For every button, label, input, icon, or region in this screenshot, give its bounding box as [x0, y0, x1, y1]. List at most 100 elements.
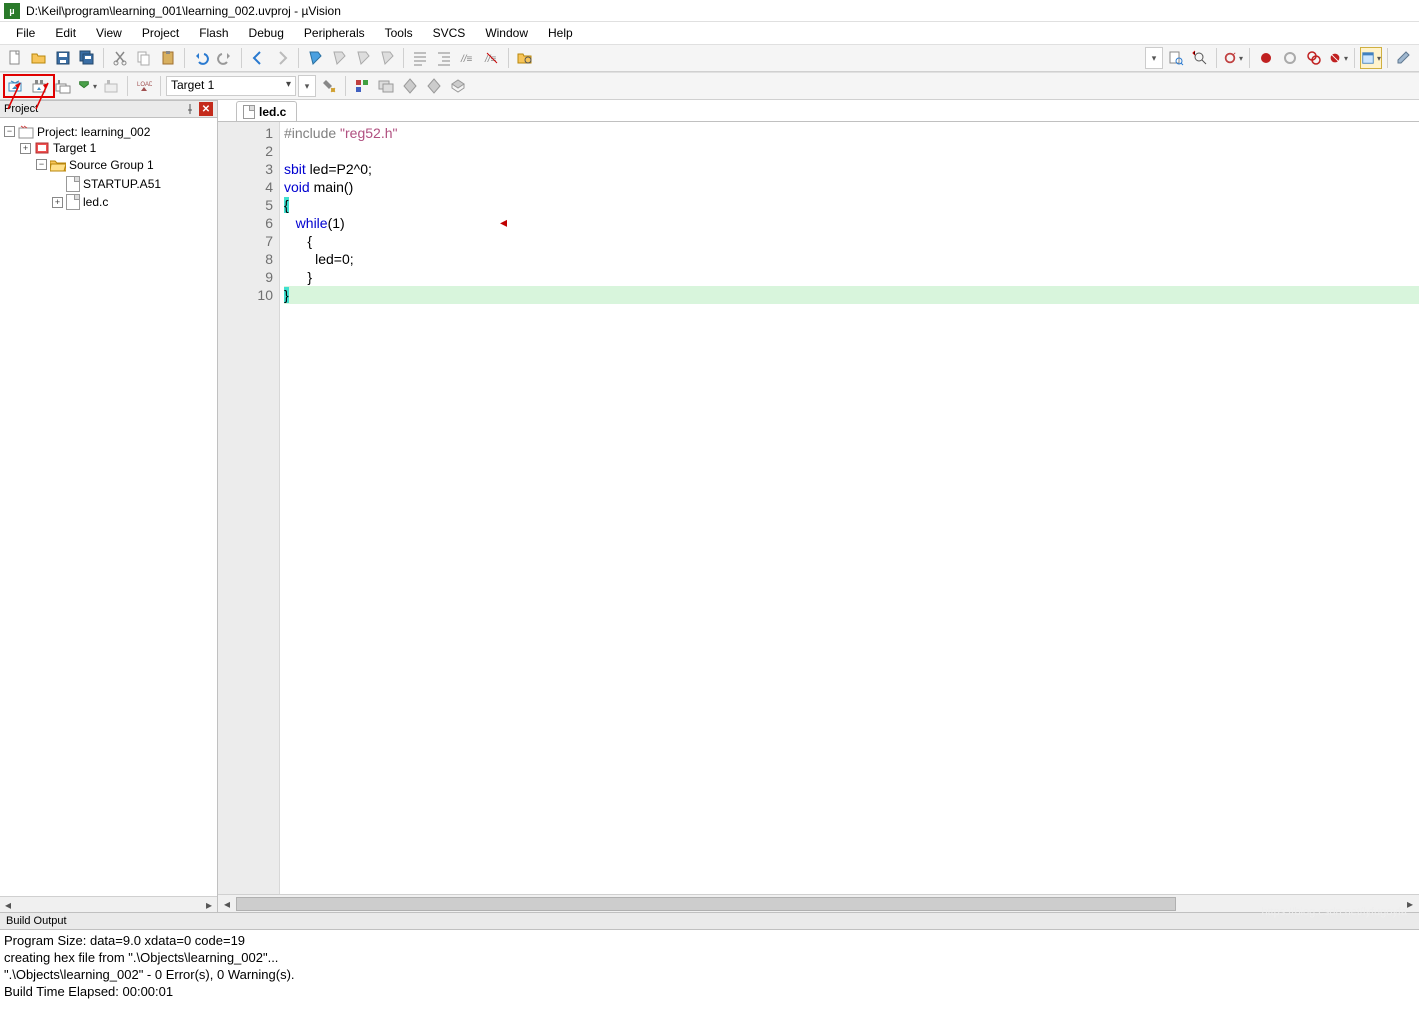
cut-button[interactable] — [109, 47, 131, 69]
nav-back-button[interactable] — [247, 47, 269, 69]
target-dropdown-button[interactable]: ▾ — [298, 75, 316, 97]
editor-tab-ledc[interactable]: led.c — [236, 101, 297, 121]
project-hscroll[interactable]: ◂ ▸ — [0, 896, 217, 912]
scroll-left-icon[interactable]: ◂ — [0, 897, 16, 912]
expand-icon[interactable]: + — [52, 197, 63, 208]
translate-button[interactable] — [4, 75, 26, 97]
pack-installer-button[interactable] — [447, 75, 469, 97]
menu-edit[interactable]: Edit — [45, 24, 86, 42]
save-button[interactable] — [52, 47, 74, 69]
folder-open-icon — [50, 158, 66, 172]
manage-rtos-button[interactable] — [399, 75, 421, 97]
menu-view[interactable]: View — [86, 24, 132, 42]
project-pane: Project ✕ − Project: learning_002 + Targ… — [0, 100, 218, 912]
menu-tools[interactable]: Tools — [375, 24, 423, 42]
separator — [1387, 48, 1388, 68]
title-bar: µ D:\Keil\program\learning_001\learning_… — [0, 0, 1419, 22]
tree-file-label: STARTUP.A51 — [83, 177, 161, 191]
editor-tab-label: led.c — [259, 105, 286, 119]
multi-project-button[interactable] — [375, 75, 397, 97]
expand-icon[interactable]: − — [4, 126, 15, 137]
uncomment-button[interactable]: //≡ — [481, 47, 503, 69]
expand-icon[interactable]: − — [36, 159, 47, 170]
tree-target[interactable]: + Target 1 — [20, 141, 96, 155]
file-icon — [66, 194, 80, 210]
build-output[interactable]: Program Size: data=9.0 xdata=0 code=19cr… — [0, 930, 1419, 1010]
indent-right-button[interactable] — [433, 47, 455, 69]
tree-group[interactable]: − Source Group 1 — [36, 158, 154, 172]
annotation-cursor-marker: ◂ — [500, 214, 507, 231]
bookmark-next-button[interactable] — [352, 47, 374, 69]
breakpoint-kill-all-button[interactable] — [1327, 47, 1349, 69]
open-file-button[interactable] — [28, 47, 50, 69]
target-options-button[interactable] — [318, 75, 340, 97]
find-in-files-button[interactable] — [514, 47, 536, 69]
project-icon — [18, 125, 34, 139]
menu-help[interactable]: Help — [538, 24, 583, 42]
editor-tab-row: led.c — [218, 100, 1419, 122]
bookmark-toggle-button[interactable] — [304, 47, 326, 69]
separator — [127, 76, 128, 96]
target-select[interactable]: Target 1 — [166, 76, 296, 96]
save-all-button[interactable] — [76, 47, 98, 69]
menu-svcs[interactable]: SVCS — [423, 24, 476, 42]
menu-file[interactable]: File — [6, 24, 45, 42]
menu-flash[interactable]: Flash — [189, 24, 238, 42]
select-packs-button[interactable] — [423, 75, 445, 97]
tree-root[interactable]: − Project: learning_002 — [4, 125, 150, 139]
editor-hscroll[interactable]: ◂ ▸ — [218, 894, 1419, 912]
separator — [184, 48, 185, 68]
build-button[interactable] — [28, 75, 50, 97]
new-file-button[interactable] — [4, 47, 26, 69]
close-pane-button[interactable]: ✕ — [199, 102, 213, 116]
project-pane-title: Project — [4, 103, 38, 115]
code-editor[interactable]: 12345678910 ◂ #include "reg52.h"sbit led… — [218, 122, 1419, 894]
tree-file-ledc[interactable]: + led.c — [52, 194, 108, 210]
breakpoint-insert-button[interactable] — [1255, 47, 1277, 69]
separator — [1216, 48, 1217, 68]
menu-peripherals[interactable]: Peripherals — [294, 24, 375, 42]
build-output-header: Build Output — [0, 912, 1419, 930]
tree-file-startup[interactable]: STARTUP.A51 — [52, 176, 161, 192]
comment-button[interactable]: //≡ — [457, 47, 479, 69]
incremental-find-button[interactable] — [1189, 47, 1211, 69]
breakpoint-disable-button[interactable] — [1279, 47, 1301, 69]
menu-window[interactable]: Window — [475, 24, 538, 42]
indent-left-button[interactable] — [409, 47, 431, 69]
toolbar-main: //≡ //≡ ▾ — [0, 44, 1419, 72]
redo-button[interactable] — [214, 47, 236, 69]
breakpoint-disable-all-button[interactable] — [1303, 47, 1325, 69]
scroll-right-icon[interactable]: ▸ — [201, 897, 217, 912]
menu-project[interactable]: Project — [132, 24, 189, 42]
main-split: Project ✕ − Project: learning_002 + Targ… — [0, 100, 1419, 912]
scroll-right-icon[interactable]: ▸ — [1401, 897, 1419, 911]
download-button[interactable]: LOAD — [133, 75, 155, 97]
scroll-left-icon[interactable]: ◂ — [218, 897, 236, 911]
nav-forward-button[interactable] — [271, 47, 293, 69]
code-body[interactable]: ◂ #include "reg52.h"sbit led=P2^0;void m… — [280, 122, 1419, 894]
tree-target-label: Target 1 — [53, 141, 96, 155]
batch-build-button[interactable] — [76, 75, 98, 97]
file-icon — [66, 176, 80, 192]
combo-dropdown[interactable]: ▾ — [1145, 47, 1163, 69]
pin-icon[interactable] — [183, 102, 197, 116]
configure-button[interactable] — [1393, 47, 1415, 69]
paste-button[interactable] — [157, 47, 179, 69]
scroll-thumb[interactable] — [236, 897, 1176, 911]
bookmark-prev-button[interactable] — [328, 47, 350, 69]
menu-debug[interactable]: Debug — [239, 24, 294, 42]
stop-build-button[interactable] — [100, 75, 122, 97]
bookmark-clear-button[interactable] — [376, 47, 398, 69]
manage-project-button[interactable] — [351, 75, 373, 97]
expand-icon[interactable]: + — [20, 143, 31, 154]
separator — [103, 48, 104, 68]
debug-session-button[interactable] — [1222, 47, 1244, 69]
copy-button[interactable] — [133, 47, 155, 69]
separator — [1354, 48, 1355, 68]
window-layout-button[interactable] — [1360, 47, 1382, 69]
project-pane-header: Project ✕ — [0, 100, 217, 118]
find-button[interactable] — [1165, 47, 1187, 69]
undo-button[interactable] — [190, 47, 212, 69]
project-tree[interactable]: − Project: learning_002 + Target 1 − — [0, 118, 217, 896]
rebuild-button[interactable] — [52, 75, 74, 97]
